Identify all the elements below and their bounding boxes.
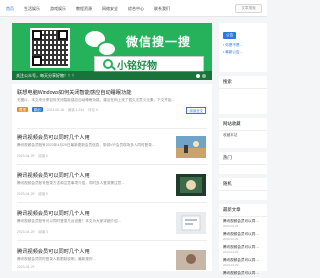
post-views: 阅读 0 (38, 192, 48, 196)
post-thumbnail[interactable] (176, 136, 206, 158)
post-title[interactable]: 腾讯视频会员可以同时几个人用 (17, 134, 90, 141)
nav-item-center[interactable]: 综合中心 (128, 6, 144, 12)
widget-title: 热门 (219, 152, 267, 165)
latest-post-item[interactable]: 腾讯视频会员可以同… 2023-04-29 (219, 217, 267, 230)
post-meta: 2023-04-29 (17, 265, 34, 269)
post-views: 阅读 1,234 (67, 108, 85, 112)
notice-button[interactable]: 公告 (223, 32, 237, 39)
sidebar-notice: 公告 • 你是不是… • 最新公告… (219, 23, 267, 72)
post-thumbnail[interactable] (176, 174, 206, 196)
post-excerpt: 腾讯视频会员账号可以同时登录几台设备？本文为大家详细介绍… (17, 219, 122, 223)
nav-item-security[interactable]: 网络安全 (102, 6, 118, 12)
banner-search-box: 小铭好物 (94, 56, 204, 72)
post-views: 阅读 0 (38, 154, 48, 158)
read-more-button[interactable]: 阅读全文 (186, 107, 206, 114)
sidebar-search-widget: 搜索 (219, 76, 267, 114)
main-nav: 首页 生活娱乐 游戏娱乐 教程资源 网络安全 综合中心 联系我们 (6, 0, 170, 17)
post-excerpt: 腾讯视频会员账号2023年4月29日最新更新会员信息，带领VIP会员现场多人同时… (17, 143, 156, 147)
sidebar-latest-widget: 最新文章 腾讯视频会员可以同… 2023-04-29 腾讯视频会员可以同… 20… (219, 204, 267, 275)
top-navbar: 首页 生活娱乐 游戏娱乐 教程资源 网络安全 综合中心 联系我们 文章搜索 (0, 0, 267, 17)
post-date: 2023-05-18 (46, 107, 64, 112)
post-title[interactable]: 腾讯视频会员可以同时几个人用 (17, 210, 90, 217)
post-title[interactable]: 联想电脑Windows如何关闭智能感应自动睡眠功能 (17, 89, 131, 96)
original-badge: 原创 (31, 107, 43, 112)
list-item[interactable]: 腾讯视频会员可以同时几个人用 腾讯视频会员同时登录人数限制说明，最新规则… 20… (12, 248, 212, 271)
widget-title: 网站收藏 (219, 118, 267, 131)
post-comments: 评论 0 (88, 108, 98, 112)
qr-code-image (30, 28, 70, 68)
post-date: 2023-04-29 (17, 265, 35, 269)
post-thumbnail[interactable] (176, 212, 206, 234)
carousel-dot[interactable] (202, 74, 206, 78)
post-list: 联想电脑Windows如何关闭智能感应自动睡眠功能 无图片，本文来分享如何关闭智… (12, 84, 212, 271)
sticky-badge: 置顶 (17, 107, 28, 112)
post-excerpt: 腾讯视频会员账号登录方法和注意事项介绍，同时多人登录需注意… (17, 181, 125, 185)
list-item[interactable]: 腾讯视频会员可以同时几个人用 腾讯视频会员账号2023年4月29日最新更新会员信… (12, 134, 212, 166)
sidebar-bookmark-widget: 网站收藏 收藏本站 (219, 118, 267, 148)
nav-item-contact[interactable]: 联系我们 (154, 6, 170, 12)
post-meta: 2023-04-29 阅读 0 (17, 153, 48, 159)
post-title[interactable]: 腾讯视频会员可以同时几个人用 (17, 248, 90, 255)
nav-item-games[interactable]: 游戏娱乐 (50, 6, 66, 12)
nav-item-life[interactable]: 生活娱乐 (24, 6, 40, 12)
post-meta: 2023-04-29 阅读 0 (17, 229, 48, 235)
bookmark-link[interactable]: 收藏本站 (219, 131, 267, 140)
list-item[interactable]: 腾讯视频会员可以同时几个人用 腾讯视频会员账号可以同时登录几台设备？本文为大家详… (12, 210, 212, 242)
post-excerpt: 无图片，本文来分享如何关闭智能感应自动睡眠功能，建议在网上找了很久无意义元素，下… (17, 98, 176, 102)
list-item[interactable]: 联想电脑Windows如何关闭智能感应自动睡眠功能 无图片，本文来分享如何关闭智… (12, 89, 212, 131)
list-item[interactable]: 腾讯视频会员可以同时几个人用 腾讯视频会员账号登录方法和注意事项介绍，同时多人登… (12, 172, 212, 204)
post-title[interactable]: 腾讯视频会员可以同时几个人用 (17, 172, 90, 179)
nav-item-tutorials[interactable]: 教程资源 (76, 6, 92, 12)
post-views: 阅读 0 (38, 230, 48, 234)
sidebar-hot-widget: 热门 (219, 152, 267, 174)
sidebar-random-widget: 随机 (219, 178, 267, 200)
latest-post-item[interactable]: 腾讯视频会员可以同… (219, 269, 267, 278)
post-meta: 置顶 原创 2023-05-18 阅读 1,234 评论 0 (17, 107, 98, 112)
notice-item[interactable]: • 你是不是… (219, 42, 267, 49)
post-date: 2023-04-29 (17, 229, 35, 234)
carousel-dots[interactable] (196, 74, 206, 78)
search-input[interactable]: 文章搜索 (235, 4, 262, 13)
post-meta: 2023-04-29 阅读 0 (17, 191, 48, 197)
latest-post-item[interactable]: 腾讯视频会员可以同… 2023-04-29 (219, 243, 267, 256)
widget-title: 随机 (219, 178, 267, 191)
hero-banner[interactable]: 微信搜一搜 小铭好物 关注公众号，每天分享好物！！！ (12, 23, 212, 80)
post-thumbnail[interactable] (176, 250, 206, 270)
latest-post-item[interactable]: 腾讯视频会员可以同… 2023-04-29 (219, 230, 267, 243)
banner-title: 微信搜一搜 (126, 35, 192, 49)
post-date: 2023-04-29 (17, 153, 35, 158)
post-excerpt: 腾讯视频会员同时登录人数限制说明，最新规则… (17, 257, 97, 261)
banner-search-text: 小铭好物 (117, 60, 157, 72)
search-placeholder: 文章搜索 (241, 6, 256, 10)
post-date: 2023-04-29 (17, 191, 35, 196)
banner-caption: 关注公众号，每天分享好物！！！ (12, 71, 212, 80)
notice-item[interactable]: • 最新公告… (219, 49, 267, 56)
widget-title: 搜索 (219, 76, 267, 89)
nav-item-home[interactable]: 首页 (6, 6, 14, 12)
search-icon (103, 59, 113, 69)
carousel-dot[interactable] (196, 74, 200, 78)
latest-post-item[interactable]: 腾讯视频会员可以同… 2023-04-29 (219, 256, 267, 269)
widget-title: 最新文章 (219, 204, 267, 217)
